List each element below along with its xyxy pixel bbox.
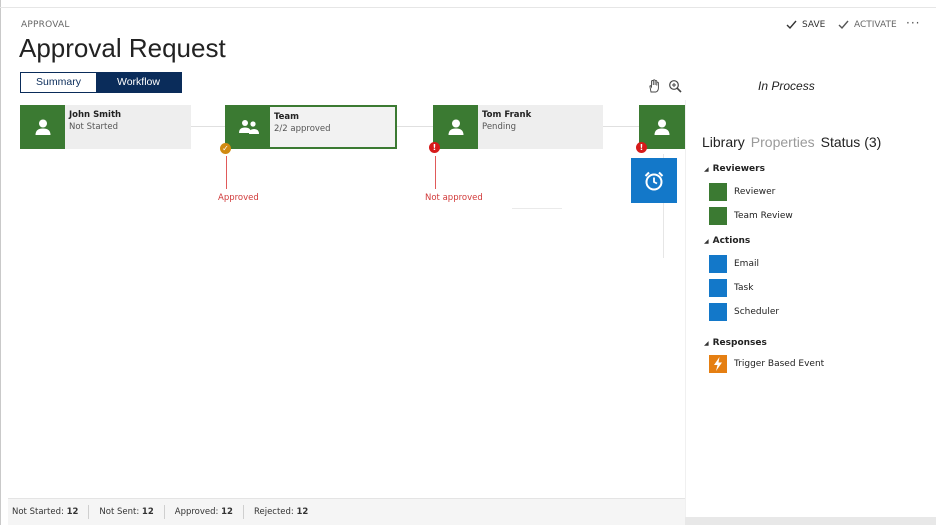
alarm-clock-icon[interactable]: [631, 158, 677, 203]
workflow-node-tom-frank[interactable]: Tom Frank Pending: [433, 105, 603, 149]
person-icon: [433, 105, 478, 149]
action-swatch-icon: [709, 255, 727, 273]
panel-tabs: Library Properties Status (3): [702, 134, 881, 150]
reviewer-swatch-icon: [709, 207, 727, 225]
people-icon: [227, 107, 270, 147]
tab-workflow[interactable]: Workflow: [96, 73, 181, 92]
node-status: 2/2 approved: [274, 124, 331, 134]
error-icon: !: [636, 142, 647, 153]
window-top-border: [0, 7, 936, 8]
checkmark-icon: [838, 20, 849, 30]
checkmark-icon: [786, 20, 797, 30]
node-name: Team: [274, 112, 300, 122]
connector-line: [397, 126, 433, 127]
section-actions[interactable]: ◢ Actions: [704, 236, 750, 246]
collapse-triangle-icon: ◢: [704, 237, 709, 245]
library-item-reviewer[interactable]: Reviewer: [709, 183, 775, 201]
more-options-icon[interactable]: ···: [906, 16, 920, 30]
collapse-triangle-icon: ◢: [704, 165, 709, 173]
status-rejected: Rejected: 12: [253, 507, 309, 517]
action-swatch-icon: [709, 279, 727, 297]
error-icon: !: [429, 142, 440, 153]
save-label: SAVE: [802, 20, 826, 30]
connector-line: [603, 126, 639, 127]
outcome-approved: Approved: [218, 193, 259, 203]
lightning-bolt-icon: [709, 355, 727, 373]
node-status: Pending: [482, 122, 516, 132]
workflow-canvas[interactable]: John Smith Not Started Team 2/2 approved…: [8, 100, 685, 498]
window-frame: [0, 0, 8, 525]
hand-icon[interactable]: [647, 78, 661, 93]
activate-button[interactable]: ACTIVATE: [838, 20, 897, 30]
status-not-started: Not Started: 12: [8, 505, 90, 519]
entity-type-label: APPROVAL: [21, 20, 70, 30]
workflow-node-4[interactable]: [639, 105, 685, 149]
status-not-sent: Not Sent: 12: [89, 505, 165, 519]
status-approved: Approved: 12: [165, 505, 244, 519]
connector-line: [191, 126, 225, 127]
workflow-node-team[interactable]: Team 2/2 approved: [225, 105, 397, 149]
library-item-email[interactable]: Email: [709, 255, 759, 273]
status-bar: Not Started: 12 Not Sent: 12 Approved: 1…: [8, 498, 685, 525]
tab-properties[interactable]: Properties: [751, 134, 815, 150]
node-name: Tom Frank: [482, 110, 532, 120]
person-icon: [20, 105, 65, 149]
reviewer-swatch-icon: [709, 183, 727, 201]
library-item-trigger-based-event[interactable]: Trigger Based Event: [709, 355, 824, 373]
outcome-line: [435, 156, 436, 189]
library-item-task[interactable]: Task: [709, 279, 753, 297]
library-item-scheduler[interactable]: Scheduler: [709, 303, 779, 321]
tab-summary[interactable]: Summary: [21, 73, 96, 92]
activate-label: ACTIVATE: [854, 20, 897, 30]
process-status: In Process: [758, 79, 815, 93]
approved-check-icon: ✓: [220, 143, 231, 154]
section-responses[interactable]: ◢ Responses: [704, 338, 767, 348]
outcome-line: [226, 156, 227, 189]
tab-library[interactable]: Library: [702, 134, 745, 150]
panel-scrollbar[interactable]: [685, 517, 936, 525]
node-name: John Smith: [69, 110, 122, 120]
save-button[interactable]: SAVE: [786, 20, 825, 30]
outcome-not-approved: Not approved: [425, 193, 483, 203]
connector-line: [512, 208, 562, 209]
library-panel: Library Properties Status (3) ◢ Reviewer…: [685, 100, 936, 525]
view-tabs: Summary Workflow: [20, 72, 182, 93]
section-reviewers[interactable]: ◢ Reviewers: [704, 164, 765, 174]
library-item-team-review[interactable]: Team Review: [709, 207, 793, 225]
workflow-node-john-smith[interactable]: John Smith Not Started: [20, 105, 191, 149]
collapse-triangle-icon: ◢: [704, 339, 709, 347]
person-icon: [639, 105, 684, 149]
tab-status[interactable]: Status (3): [821, 134, 882, 150]
action-swatch-icon: [709, 303, 727, 321]
node-status: Not Started: [69, 122, 118, 132]
zoom-in-icon[interactable]: [668, 78, 682, 93]
page-title: Approval Request: [19, 33, 226, 63]
